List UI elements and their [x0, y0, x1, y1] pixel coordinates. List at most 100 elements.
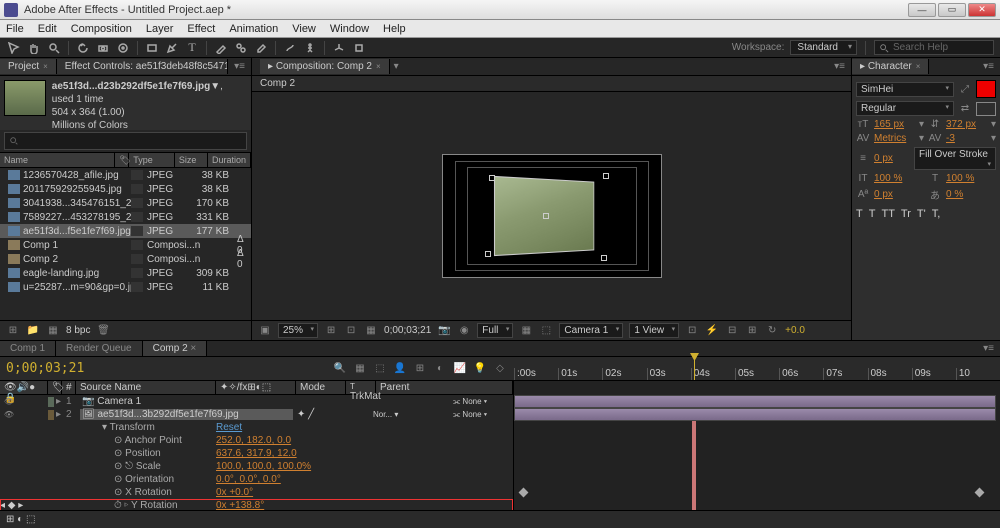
tsume-value[interactable]: 0 % [946, 189, 996, 200]
faux-style-button[interactable]: TT [881, 208, 894, 220]
baseline-value[interactable]: 0 px [874, 189, 924, 200]
pixel-aspect-icon[interactable]: ⊡ [685, 324, 699, 338]
zoom-dropdown[interactable]: 25% [278, 323, 318, 338]
character-tab[interactable]: ▸ Character× [852, 59, 929, 74]
keyframe-icon[interactable] [519, 488, 529, 498]
snapshot-icon[interactable]: 📷 [437, 324, 451, 338]
folder-icon[interactable]: 📁 [26, 325, 40, 337]
layer-row[interactable]: 👁▸2🖼 ae51f3d...3b292df5e1fe7f69.jpg✦ ╱No… [0, 408, 513, 421]
frame-blend-icon[interactable]: ⊞ [412, 361, 428, 377]
hand-tool-icon[interactable] [26, 40, 42, 56]
timeline-tracks[interactable] [514, 381, 1000, 510]
menu-file[interactable]: File [6, 23, 24, 35]
shy-icon[interactable]: 👤 [392, 361, 408, 377]
project-item[interactable]: 3041938...345476151_2.jpgJPEG170 KB [0, 196, 251, 210]
timeline-tab-renderqueue[interactable]: Render Queue [56, 341, 143, 356]
layer-row[interactable]: 👁▸1📷 Camera 1 ⫘ None ▾ [0, 395, 513, 408]
axis-tool-icon[interactable] [331, 40, 347, 56]
property-row[interactable]: ⊙ ⎋ Scale100.0, 100.0, 100.0% [0, 460, 513, 473]
layer-bar-image[interactable] [514, 408, 996, 421]
comp-breadcrumb[interactable]: Comp 2 [252, 76, 851, 92]
font-style-dropdown[interactable]: Regular [856, 101, 954, 116]
region-icon[interactable]: ▣ [258, 324, 272, 338]
current-time-indicator[interactable] [694, 357, 695, 380]
workspace-dropdown[interactable]: Standard [790, 40, 857, 55]
pen-tool-icon[interactable] [164, 40, 180, 56]
grid-icon[interactable]: ⊞ [324, 324, 338, 338]
kerning-value[interactable]: Metrics [874, 133, 915, 144]
eraser-tool-icon[interactable] [253, 40, 269, 56]
text-tool-icon[interactable]: T [184, 40, 200, 56]
views-dropdown[interactable]: 1 View [629, 323, 679, 338]
faux-style-button[interactable]: T [856, 208, 863, 220]
project-item[interactable]: ae51f3d...f5e1fe7f69.jpgJPEG177 KB [0, 224, 251, 238]
channel-icon[interactable]: ◉ [457, 324, 471, 338]
panel-menu-icon[interactable]: ▾≡ [977, 61, 1000, 72]
stroke-order-dropdown[interactable]: Fill Over Stroke [914, 147, 996, 170]
comp-viewport[interactable] [252, 92, 851, 320]
property-row[interactable]: ⊙ Position637.6, 317.9, 12.0 [0, 447, 513, 460]
stroke-color-swatch[interactable] [976, 102, 996, 116]
project-list[interactable]: 1236570428_afile.jpgJPEG38 KB20117592925… [0, 168, 251, 320]
menu-composition[interactable]: Composition [71, 23, 132, 35]
timeline-tab-comp2[interactable]: Comp 2 × [143, 341, 208, 356]
timeline-tab-comp1[interactable]: Comp 1 [0, 341, 56, 356]
vscale-value[interactable]: 100 % [874, 173, 924, 184]
project-search-input[interactable] [4, 132, 247, 150]
font-size-value[interactable]: 165 px [874, 119, 915, 130]
fill-color-swatch[interactable] [976, 80, 996, 98]
puppet-tool-icon[interactable] [302, 40, 318, 56]
snap-tool-icon[interactable] [351, 40, 367, 56]
menu-window[interactable]: Window [330, 23, 369, 35]
pan-behind-tool-icon[interactable] [115, 40, 131, 56]
hscale-value[interactable]: 100 % [946, 173, 996, 184]
project-item[interactable]: Comp 2Composi...nΔ 0 [0, 252, 251, 266]
zoom-tool-icon[interactable] [46, 40, 62, 56]
property-row[interactable]: ⊙ Anchor Point252.0, 182.0, 0.0 [0, 434, 513, 447]
comp-mini-icon[interactable]: ▦ [352, 361, 368, 377]
stroke-width-value[interactable]: 0 px [874, 153, 910, 164]
faux-style-button[interactable]: Tr [901, 208, 911, 220]
property-row[interactable]: ⊙ X Rotation0x +0.0° [0, 486, 513, 499]
stroke-swap-icon[interactable]: ⇄ [958, 103, 972, 114]
interpret-icon[interactable]: ⊞ [6, 325, 20, 337]
menu-effect[interactable]: Effect [187, 23, 215, 35]
close-icon[interactable]: × [43, 62, 48, 71]
faux-style-button[interactable]: T, [932, 208, 941, 220]
camera-dropdown[interactable]: Camera 1 [559, 323, 623, 338]
motion-blur-icon[interactable]: ◐ [432, 361, 448, 377]
search-layers-icon[interactable]: 🔍 [332, 361, 348, 377]
graph-editor-icon[interactable]: 📈 [452, 361, 468, 377]
roto-tool-icon[interactable] [282, 40, 298, 56]
fast-preview-icon[interactable]: ⚡ [705, 324, 719, 338]
project-item[interactable]: eagle-landing.jpgJPEG309 KB [0, 266, 251, 280]
menu-animation[interactable]: Animation [229, 23, 278, 35]
3d-icon[interactable]: ⬚ [539, 324, 553, 338]
panel-menu-icon[interactable]: ▾≡ [828, 61, 851, 72]
faux-style-button[interactable]: T' [917, 208, 926, 220]
draft3d-icon[interactable]: ⬚ [372, 361, 388, 377]
guides-icon[interactable]: ⊡ [344, 324, 358, 338]
property-row[interactable]: ◂ ◆ ▸⏱ ▹ Y Rotation0x +138.8° [0, 499, 513, 510]
transparency-icon[interactable]: ▦ [519, 324, 533, 338]
exposure-reset-icon[interactable]: ↻ [765, 324, 779, 338]
exposure-value[interactable]: +0.0 [785, 325, 805, 336]
current-time[interactable]: 0;00;03;21 [384, 325, 431, 336]
rect-tool-icon[interactable] [144, 40, 160, 56]
menu-help[interactable]: Help [383, 23, 406, 35]
comp-canvas[interactable] [442, 154, 662, 278]
resolution-dropdown[interactable]: Full [477, 323, 513, 338]
layer-bar-camera[interactable] [514, 395, 996, 408]
clone-tool-icon[interactable] [233, 40, 249, 56]
auto-keyframe-icon[interactable]: ◇ [492, 361, 508, 377]
bpc-label[interactable]: 8 bpc [66, 325, 90, 336]
maximize-button[interactable]: ▭ [938, 3, 966, 17]
eyedropper-icon[interactable]: ⤢ [958, 84, 972, 95]
time-ruler[interactable]: :00s01s02s03s04s05s06s07s08s09s10 [514, 368, 1000, 380]
timeline-icon[interactable]: ⊟ [725, 324, 739, 338]
rotation-tool-icon[interactable] [75, 40, 91, 56]
menu-edit[interactable]: Edit [38, 23, 57, 35]
effect-controls-tab[interactable]: Effect Controls: ae51f3deb48f8c5471315dd… [57, 59, 228, 74]
faux-style-button[interactable]: T [869, 208, 876, 220]
font-family-dropdown[interactable]: SimHei [856, 82, 954, 97]
